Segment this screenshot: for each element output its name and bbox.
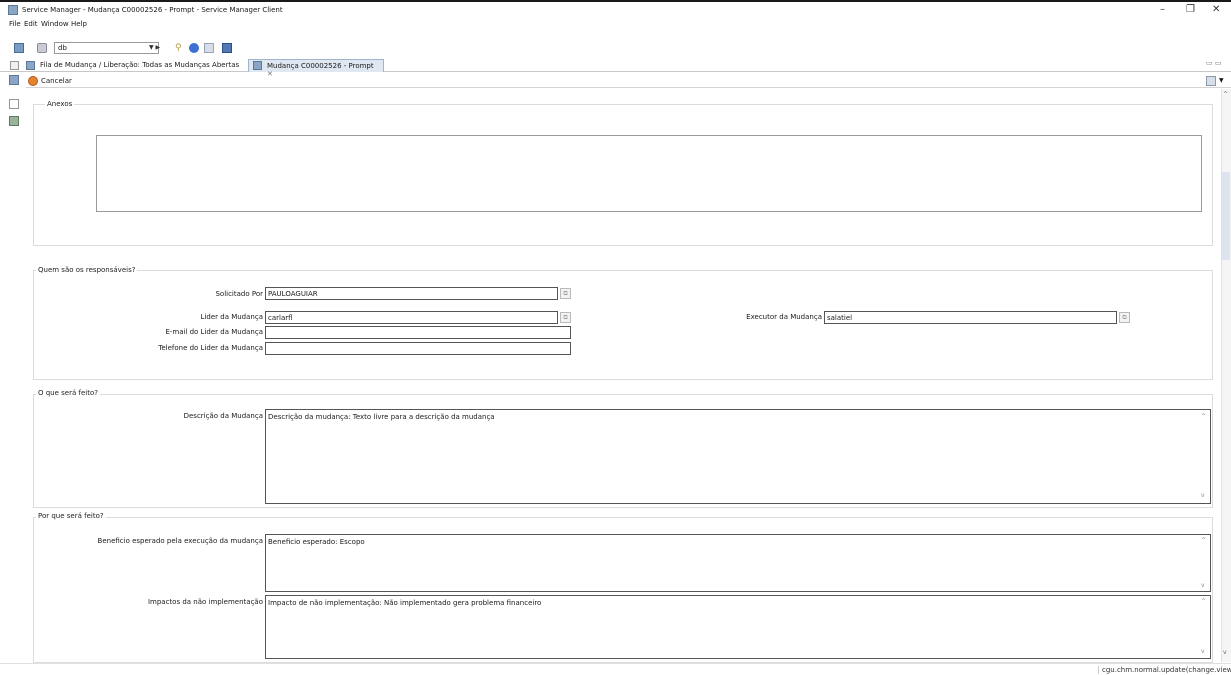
- change-executor-field[interactable]: salatiel: [824, 311, 1117, 324]
- nav-toggle-icon[interactable]: [10, 61, 19, 70]
- scroll-thumb[interactable]: [1222, 172, 1230, 260]
- connection-combo[interactable]: db: [54, 42, 159, 54]
- close-button[interactable]: ✕: [1212, 4, 1220, 15]
- chevron-down-icon[interactable]: ▼ ▶: [149, 44, 160, 51]
- scroll-down-icon[interactable]: v: [1223, 649, 1227, 656]
- change-executor-label: Executor da Mudança: [746, 313, 822, 321]
- menu-file[interactable]: File: [9, 20, 21, 28]
- expected-benefit-label: Beneficio esperado pela execução da muda…: [97, 537, 263, 545]
- status-bar: [0, 663, 1231, 675]
- doc-icon[interactable]: [9, 99, 19, 109]
- menu-window[interactable]: Window: [41, 20, 69, 28]
- minimize-button[interactable]: –: [1160, 4, 1165, 15]
- lookup-icon[interactable]: ⧉: [560, 288, 571, 299]
- tab-change-queue[interactable]: Fila de Mudança / Liberação: Todas as Mu…: [22, 59, 243, 72]
- leader-email-label: E-mail do Lider da Mudança: [165, 328, 263, 336]
- what-title: O que será feito?: [36, 389, 100, 397]
- status-text: cgu.chm.normal.update(change.view: [1098, 666, 1231, 674]
- lookup-icon[interactable]: ⧉: [560, 312, 571, 323]
- disconnect-icon[interactable]: [222, 43, 232, 53]
- cancel-button[interactable]: Cancelar: [41, 77, 72, 85]
- change-tab-icon: [253, 61, 262, 70]
- scroll-up-icon[interactable]: ^: [1201, 598, 1206, 605]
- restore-button[interactable]: ❐: [1186, 4, 1195, 15]
- tab-label: Mudança C00002526 - Prompt: [267, 62, 374, 70]
- requested-by-label: Solicitado Por: [215, 290, 263, 298]
- scroll-up-icon[interactable]: ^: [1201, 537, 1206, 544]
- help-icon[interactable]: [189, 43, 199, 53]
- window-top-border: [0, 0, 1231, 2]
- cancel-icon: [28, 76, 38, 86]
- new-window-icon[interactable]: [14, 43, 24, 53]
- attachments-area[interactable]: [96, 135, 1202, 212]
- scroll-down-icon[interactable]: v: [1201, 648, 1205, 655]
- views-icon[interactable]: [9, 75, 19, 85]
- attachments-title: Anexos: [45, 100, 75, 108]
- leader-email-field[interactable]: [265, 326, 571, 339]
- scroll-up-icon[interactable]: ^: [1223, 91, 1228, 98]
- window-title: Service Manager - Mudança C00002526 - Pr…: [22, 6, 283, 14]
- chevron-down-icon[interactable]: ▼: [1219, 77, 1224, 84]
- change-leader-label: Lider da Mudança: [200, 313, 263, 321]
- lookup-icon[interactable]: ⧉: [1119, 312, 1130, 323]
- view-controls-icon[interactable]: ▭ ▭: [1206, 59, 1221, 67]
- tree-icon[interactable]: [9, 116, 19, 126]
- refresh-icon[interactable]: [204, 43, 214, 53]
- responsibles-group: [33, 270, 1213, 380]
- service-manager-icon: [8, 5, 18, 15]
- menu-bar: [0, 18, 600, 30]
- left-rail: [0, 72, 26, 664]
- scroll-down-icon[interactable]: v: [1201, 582, 1205, 589]
- action-bar: [26, 74, 1231, 88]
- tab-change-prompt[interactable]: Mudança C00002526 - Prompt ✕: [248, 59, 384, 78]
- leader-phone-field[interactable]: [265, 342, 571, 355]
- why-title: Por que será feito?: [36, 512, 106, 520]
- scroll-up-icon[interactable]: ^: [1201, 413, 1206, 420]
- requested-by-field[interactable]: PAULOAGUIAR: [265, 287, 558, 300]
- leader-phone-label: Telefone do Lider da Mudança: [158, 344, 263, 352]
- options-icon[interactable]: [1206, 76, 1216, 86]
- menu-help[interactable]: Help: [71, 20, 87, 28]
- menu-edit[interactable]: Edit: [24, 20, 38, 28]
- key-icon[interactable]: ⚲: [175, 43, 185, 53]
- responsibles-title: Quem são os responsáveis?: [36, 266, 138, 274]
- impacts-textarea[interactable]: Impacto de não implementação: Não implem…: [265, 595, 1211, 659]
- description-textarea[interactable]: Descrição da mudança: Texto livre para a…: [265, 409, 1211, 504]
- impacts-label: Impactos da não implementação: [147, 598, 263, 606]
- change-leader-field[interactable]: carlarfl: [265, 311, 558, 324]
- description-label: Descrição da Mudança: [183, 412, 263, 420]
- scroll-down-icon[interactable]: v: [1201, 492, 1205, 499]
- print-icon[interactable]: [37, 43, 47, 53]
- expected-benefit-textarea[interactable]: Beneficio esperado: Escopo: [265, 534, 1211, 592]
